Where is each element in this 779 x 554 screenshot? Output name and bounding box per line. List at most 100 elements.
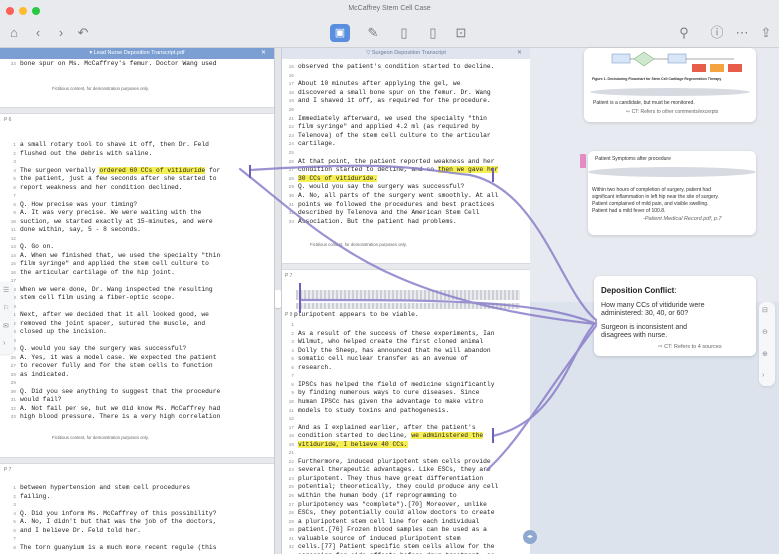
doc-line: 21	[282, 449, 298, 457]
line-text: within the human body (if reprogramming …	[298, 492, 457, 499]
left-doc-tab[interactable]: ▾ Lead Nurse Deposition Transcript.pdf ✕	[0, 48, 274, 59]
doc-line: 28 30 CCs of vitiduride.	[282, 174, 378, 183]
highlighted-excerpt[interactable]: vitiduride, I believe 40 CCs.	[298, 440, 408, 448]
doc-line: 30 Q. Did you see anything to suggest tha…	[0, 388, 221, 396]
highlighted-excerpt[interactable]: ordered 60 CCs of vitiduride	[99, 166, 206, 174]
doc-line: 16 the articular cartilage of the hip joi…	[0, 269, 175, 277]
middle-document-pane[interactable]: ▽ Surgeon Deposition Transcript ✕ 15 obse…	[281, 48, 530, 554]
highlighted-excerpt[interactable]: we administered the	[411, 432, 484, 440]
line-text: and I believe Dr. Feld told her.	[20, 526, 141, 534]
card-connector-band	[588, 167, 756, 177]
title-bar: McCaffrey Stem Cell Case ⌂ ‹ › ↶ ▣ ✎ ▯ ▯…	[0, 0, 779, 48]
line-text: At that point, the patient reported weak…	[298, 157, 495, 165]
close-icon[interactable]: ✕	[261, 48, 266, 59]
doc-line: 6 report weakness and her condition decli…	[0, 183, 183, 192]
card1-ref[interactable]: ⇨ CT: Refers to other comments/excerpts	[626, 109, 718, 116]
line-text: And as I explained earlier, after the pa…	[298, 423, 476, 431]
chevron-right-icon[interactable]: ›	[762, 372, 764, 379]
scanned-text-strip	[296, 303, 520, 309]
doc-line: 21 Immediately afterward, we used the spe…	[282, 115, 487, 123]
doc-line: 22 film syringe" and applied 4.2 ml (as r…	[282, 123, 480, 131]
line-text: patient.[76] Frozen blood samples can be…	[298, 526, 487, 534]
zoom-out-icon[interactable]: ⊖	[762, 328, 768, 336]
line-text: Wilmut, who helped create the first clon…	[298, 338, 484, 346]
doc-line: 17 And as I explained earlier, after the …	[282, 423, 476, 432]
doc-line: 31 valuable source of induced pluripotent…	[282, 535, 461, 543]
line-text: pluripotent. They thus have great differ…	[298, 474, 484, 482]
doc-line: 19 and I shaved it off, as required for t…	[282, 97, 491, 105]
page-break	[0, 457, 274, 464]
color-tag-pink[interactable]	[580, 154, 586, 168]
line-text: The surgeon verbally	[20, 166, 100, 174]
conflict-ref[interactable]: ⇨ CT: Refers to 4 sources	[658, 344, 722, 351]
doc-line: 7	[282, 372, 298, 380]
pen-icon[interactable]: ✎	[365, 26, 381, 40]
doc-line: 18 condition started to decline, we admin…	[282, 432, 484, 440]
window-title: McCaffrey Stem Cell Case	[348, 5, 431, 12]
comment-icon[interactable]: ✉	[3, 322, 9, 330]
symptoms-card[interactable]: Patient Symptoms after procedure Within …	[588, 151, 756, 235]
line-text: Q. would you say the surgery was success…	[298, 183, 465, 191]
highlighted-excerpt[interactable]: then we gave her	[437, 166, 499, 174]
undo-icon[interactable]: ↶	[75, 26, 91, 40]
line-text: report weakness and her condition declin…	[20, 183, 183, 191]
doc-line: 31 points we followed the procedures and …	[282, 201, 495, 209]
line-text: between hypertension and stem cell proce…	[20, 484, 191, 491]
doc-line: 9 A. It was very precise. We were waiting…	[0, 209, 201, 217]
doc-line: 11 models to study toxins and pathogenesi…	[282, 407, 450, 415]
line-text: somatic cell nuclear transfer as an aven…	[298, 355, 469, 363]
deposition-conflict-card[interactable]: Deposition Conflict: How many CCs of vit…	[594, 276, 756, 356]
add-icon[interactable]: ⊕	[762, 350, 768, 358]
doc-line: 6 and I believe Dr. Feld told her.	[0, 527, 141, 535]
doc-line: 5 A. No, I didn't but that was the job of…	[0, 518, 217, 526]
doc-line: 19stem cell film using a fiber-optic sco…	[0, 294, 175, 302]
page-break	[282, 263, 530, 270]
doc-line: 7	[0, 192, 20, 200]
line-text: several therapeutic advantages. Like ESC…	[298, 466, 491, 474]
back-icon[interactable]: ‹	[30, 26, 46, 40]
highlighter-icon[interactable]: ▯	[396, 26, 412, 40]
line-text: condition started to decline, and so	[298, 166, 438, 174]
forward-icon[interactable]: ›	[53, 26, 69, 40]
page-break	[0, 107, 274, 114]
canvas-icon[interactable]: ▣	[330, 24, 350, 42]
home-icon[interactable]: ⌂	[6, 26, 22, 40]
highlighted-excerpt[interactable]: 30 CCs of vitiduride.	[298, 174, 378, 182]
help-icon[interactable]: ⓘ	[709, 26, 725, 40]
doc-line: 10 suction, we started exactly at 15-minu…	[0, 218, 213, 226]
card2-source[interactable]: -Patient Medical Record.pdf, p.7	[643, 216, 722, 222]
chevron-right-icon[interactable]: ›	[3, 340, 5, 347]
more-icon[interactable]: ⋯	[734, 26, 750, 40]
doc-line: 13 Q. Go on.	[0, 243, 54, 251]
fit-icon[interactable]: ⊟	[762, 306, 768, 314]
line-text: research.	[298, 363, 333, 371]
page-label-7: P 7	[4, 467, 12, 473]
line-text: Q. Go on.	[20, 243, 55, 250]
highlighter2-icon[interactable]: ▯	[425, 26, 441, 40]
left-document-pane[interactable]: ▾ Lead Nurse Deposition Transcript.pdf ✕…	[0, 48, 275, 554]
flowchart-card[interactable]: Figure 1. Decisioning Flowchart for Stem…	[584, 48, 756, 122]
line-text: flushed out the debris with saline.	[20, 149, 153, 157]
line-text: A. No, I didn't but that was the job of …	[20, 518, 217, 525]
list-icon[interactable]: ☰	[3, 286, 9, 294]
line-number: 33	[288, 219, 294, 225]
line-text: for	[205, 166, 221, 174]
flowchart-thumbnail	[611, 51, 742, 72]
doc-line: 15 film syringe" and applied the stem cel…	[0, 260, 209, 268]
doc-line: 28 as indicated.	[0, 371, 70, 379]
search-icon[interactable]: ⚲	[676, 26, 692, 40]
share-icon[interactable]: ⇪	[758, 26, 774, 40]
line-text: a pluripotent stem cell line for each in…	[298, 517, 480, 525]
split-handle-icon[interactable]: ◂▸	[523, 530, 537, 544]
close-icon[interactable]: ✕	[517, 48, 522, 59]
line-text: to recover fully and for the stem cells …	[20, 362, 213, 369]
bookmark-icon[interactable]: ⚐	[3, 304, 9, 312]
line-text: would fail?	[20, 396, 62, 403]
line-text: A. Not fail per se, but we did know Ms. …	[20, 404, 221, 412]
doc-line: 26 At that point, the patient reported we…	[282, 157, 495, 166]
doc-line: 29 Q. would you say the surgery was succe…	[282, 183, 465, 191]
image-icon[interactable]: ⊡	[453, 26, 469, 40]
mid-doc-tab[interactable]: ▽ Surgeon Deposition Transcript ✕	[282, 48, 530, 59]
doc-line: 15 observed the patient's condition start…	[282, 63, 495, 71]
doc-line: 32 A. Not fail per se, but we did know Ms…	[0, 404, 221, 413]
